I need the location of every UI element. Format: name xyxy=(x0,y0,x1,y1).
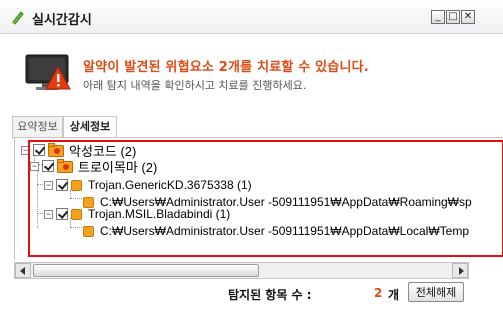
monitor-warning-icon xyxy=(25,54,71,90)
threat-tree: − 악성코드 (2) − 트로이목마 (2) − Trojan.GenericK… xyxy=(14,138,503,260)
pencil-shield-icon xyxy=(12,11,24,25)
scroll-left-button[interactable] xyxy=(15,263,31,278)
collapse-toggle[interactable]: − xyxy=(44,180,53,190)
malware-folder-icon xyxy=(48,143,64,157)
arrow-right-icon xyxy=(459,267,464,275)
tree-row-file-2[interactable]: C:₩Users₩Administrator.User -509111951₩A… xyxy=(83,222,469,240)
arrow-left-icon xyxy=(20,267,25,275)
threat-file-icon xyxy=(83,225,94,237)
category-checkbox[interactable] xyxy=(42,160,54,172)
root-checkbox[interactable] xyxy=(33,144,45,156)
file-path: C:₩Users₩Administrator.User -509111951₩A… xyxy=(100,224,470,238)
tree-label-threat: Trojan.MSIL.Bladabindi (1) xyxy=(88,207,231,221)
tree-label-threat: Trojan.GenericKD.3675338 (1) xyxy=(88,178,252,192)
detected-count-unit: 개 xyxy=(388,288,400,302)
scroll-thumb[interactable] xyxy=(33,264,259,277)
scroll-right-button[interactable] xyxy=(452,263,468,278)
threat-icon xyxy=(71,208,82,220)
detected-count-value: 2 xyxy=(374,286,383,300)
tree-row-category[interactable]: − 트로이목마 (2) xyxy=(30,157,157,175)
threat-2-checkbox[interactable] xyxy=(56,208,68,220)
collapse-toggle[interactable]: − xyxy=(30,161,39,171)
collapse-toggle[interactable]: − xyxy=(44,209,53,219)
deselect-all-button[interactable]: 전체해제 xyxy=(408,282,464,302)
malware-folder-icon xyxy=(57,159,73,173)
tab-summary[interactable]: 요약정보 xyxy=(12,116,63,138)
horizontal-scrollbar[interactable] xyxy=(14,262,469,279)
threat-icon xyxy=(71,179,82,191)
threat-1-checkbox[interactable] xyxy=(56,179,68,191)
tab-details[interactable]: 상세정보 xyxy=(63,116,117,138)
maximize-button[interactable]: □ xyxy=(446,10,460,24)
title-bar: 실시간감시 _ □ ✕ xyxy=(0,0,503,34)
instruction-text: 아래 탐지 내역을 확인하시고 치료를 진행하세요. xyxy=(83,79,307,92)
detected-count-label: 탐지된 항목 수 : xyxy=(228,288,312,302)
tree-row-threat-2[interactable]: − Trojan.MSIL.Bladabindi (1) xyxy=(44,205,230,223)
tree-row-threat-1[interactable]: − Trojan.GenericKD.3675338 (1) xyxy=(44,176,252,194)
threat-headline: 알약이 발견된 위협요소 2개를 치료할 수 있습니다. xyxy=(83,60,369,75)
close-button[interactable]: ✕ xyxy=(461,10,475,24)
collapse-toggle[interactable]: − xyxy=(21,145,30,155)
minimize-button[interactable]: _ xyxy=(431,10,445,24)
tree-label-category: 트로이목마 (2) xyxy=(78,159,158,175)
window-title: 실시간감시 xyxy=(32,13,92,28)
